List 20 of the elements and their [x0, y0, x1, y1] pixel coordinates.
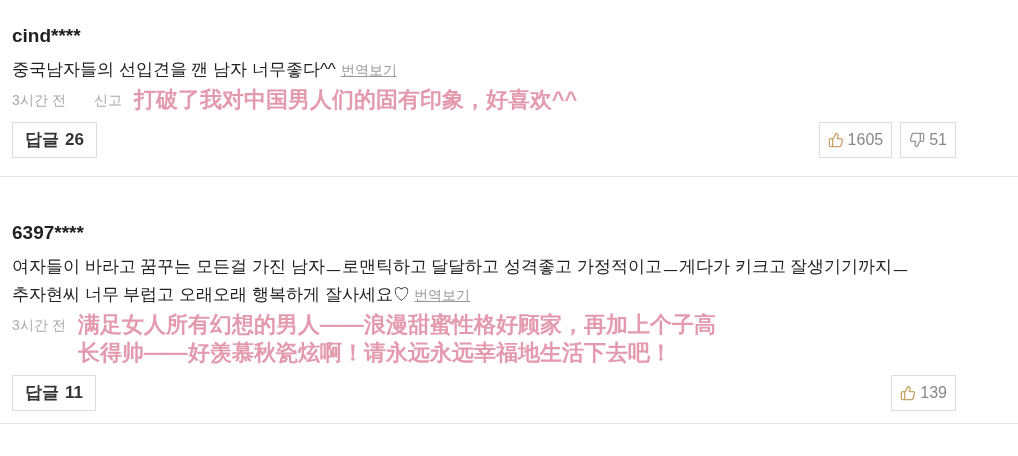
translation-text: 满足女人所有幻想的男人——浪漫甜蜜性格好顾家，再加上个子高	[77, 311, 716, 339]
translation-text: 打破了我对中国男人们的固有印象，好喜欢^^	[133, 86, 578, 114]
reply-button[interactable]: 답글 11	[12, 375, 96, 411]
comment-time: 3시간 전	[12, 91, 66, 110]
username: cind****	[12, 24, 82, 48]
thumbs-down-icon	[909, 132, 926, 148]
comment-time: 3시간 전	[12, 316, 66, 335]
translate-link[interactable]: 번역보기	[414, 287, 471, 303]
report-link[interactable]: 신고	[93, 86, 122, 114]
reply-button[interactable]: 답글 26	[12, 122, 97, 158]
translate-link[interactable]: 번역보기	[340, 62, 397, 78]
like-button[interactable]: 139	[891, 375, 956, 411]
translation-text: 长得帅——好羡慕秋瓷炫啊！请永远永远幸福地生活下去吧！	[77, 339, 673, 367]
dislike-button[interactable]: 51	[900, 122, 956, 158]
username: 6397****	[12, 221, 85, 245]
thumbs-up-icon	[900, 385, 917, 401]
thumbs-up-icon	[827, 132, 844, 148]
like-button[interactable]: 1605	[818, 122, 893, 158]
comment-text: 여자들이 바라고 꿈꾸는 모든걸 가진 남자ㅡ로맨틱하고 달달하고 성격좋고 가정적이고ㅡ게다가 키크고 잘생기기까지ㅡ 추자현씨 너무 부럽고 오래오래 행복하게 잘사세요♡ 번역보기	[12, 256, 911, 306]
comment-text: 중국남자들의 선입견을 깬 남자 너무좋다^^ 번역보기	[12, 59, 398, 81]
